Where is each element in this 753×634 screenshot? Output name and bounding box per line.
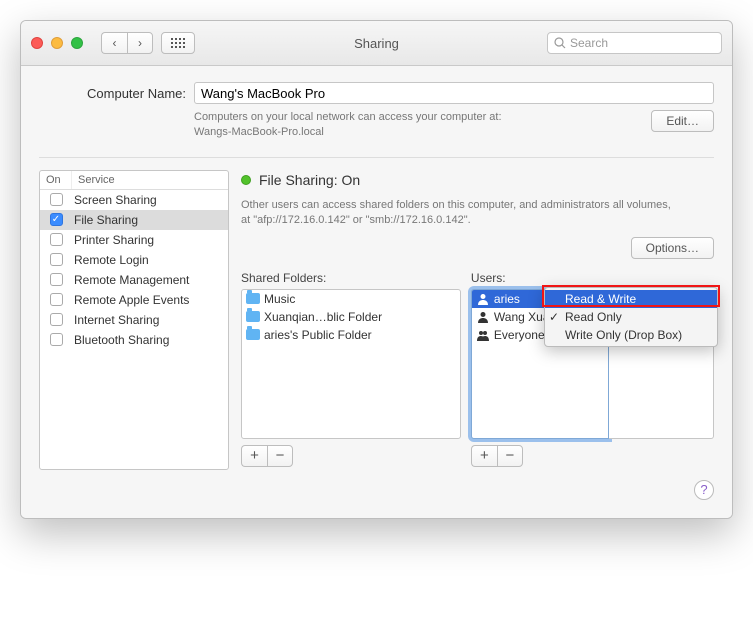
nav-buttons: ‹ › — [101, 32, 153, 54]
options-button[interactable]: Options… — [631, 237, 714, 259]
service-row[interactable]: Remote Management — [40, 270, 228, 290]
edit-button[interactable]: Edit… — [651, 110, 714, 132]
add-user-button[interactable]: + — [471, 445, 497, 467]
remove-user-button[interactable]: − — [497, 445, 523, 467]
service-row[interactable]: File Sharing — [40, 210, 228, 230]
service-row[interactable]: Remote Apple Events — [40, 290, 228, 310]
service-row[interactable]: Remote Login — [40, 250, 228, 270]
service-name: Printer Sharing — [72, 233, 228, 247]
folder-item[interactable]: aries's Public Folder — [242, 326, 460, 344]
folder-name: Xuanqian…blic Folder — [264, 310, 382, 324]
service-checkbox[interactable] — [50, 253, 63, 266]
traffic-lights — [31, 37, 83, 49]
shared-folders-label: Shared Folders: — [241, 271, 461, 285]
service-row[interactable]: Internet Sharing — [40, 310, 228, 330]
show-all-button[interactable] — [161, 32, 195, 54]
permission-option-label: Read & Write — [565, 292, 636, 306]
service-row[interactable]: Screen Sharing — [40, 190, 228, 210]
service-row[interactable]: Bluetooth Sharing — [40, 330, 228, 350]
sharing-prefs-window: ‹ › Sharing Search Computer Name: — [20, 20, 733, 519]
service-name: Internet Sharing — [72, 313, 228, 327]
computer-name-label: Computer Name: — [39, 82, 194, 101]
folder-item[interactable]: Music — [242, 290, 460, 308]
computer-name-input[interactable] — [194, 82, 714, 104]
help-button[interactable]: ? — [694, 480, 714, 500]
service-checkbox[interactable] — [50, 293, 63, 306]
user-name: aries — [494, 292, 520, 306]
remove-folder-button[interactable]: − — [267, 445, 293, 467]
permission-option[interactable]: Write Only (Drop Box) — [545, 326, 717, 344]
status-text: File Sharing: On — [259, 172, 360, 188]
status-line: File Sharing: On — [241, 172, 714, 188]
service-checkbox[interactable] — [50, 313, 63, 326]
minimize-button[interactable] — [51, 37, 63, 49]
status-description: Other users can access shared folders on… — [241, 198, 671, 229]
forward-button[interactable]: › — [127, 32, 153, 54]
service-name: Bluetooth Sharing — [72, 333, 228, 347]
service-checkbox[interactable] — [50, 213, 63, 226]
search-placeholder: Search — [570, 36, 608, 50]
person-icon — [476, 292, 490, 306]
permission-dropdown[interactable]: Read & Write ✓ Read Only Write Only (Drop B… — [544, 287, 718, 347]
add-folder-button[interactable]: + — [241, 445, 267, 467]
service-name: Remote Management — [72, 273, 228, 287]
service-checkbox[interactable] — [50, 273, 63, 286]
search-field[interactable]: Search — [547, 32, 722, 54]
permission-option[interactable]: Read & Write — [545, 290, 717, 308]
detail-panel: File Sharing: On Other users can access … — [241, 170, 714, 470]
users-label: Users: — [471, 271, 714, 285]
service-row[interactable]: Printer Sharing — [40, 230, 228, 250]
close-button[interactable] — [31, 37, 43, 49]
content-area: Computer Name: Computers on your local n… — [21, 66, 732, 518]
service-checkbox[interactable] — [50, 233, 63, 246]
folder-name: Music — [264, 292, 295, 306]
folder-icon — [246, 311, 260, 322]
folder-icon — [246, 329, 260, 340]
service-checkbox[interactable] — [50, 333, 63, 346]
zoom-button[interactable] — [71, 37, 83, 49]
lower-section: On Service Screen Sharing File Sharing Pri… — [39, 170, 714, 470]
search-icon — [554, 37, 566, 49]
grid-icon — [171, 38, 185, 48]
computer-name-row: Computer Name: — [39, 82, 714, 104]
folder-name: aries's Public Folder — [264, 328, 372, 342]
permission-option-label: Read Only — [565, 310, 622, 324]
service-name: Screen Sharing — [72, 193, 228, 207]
shared-folders-list[interactable]: Music Xuanqian…blic Folder aries's Public … — [241, 289, 461, 439]
checkmark-icon: ✓ — [549, 310, 559, 324]
permission-option-label: Write Only (Drop Box) — [565, 328, 682, 342]
services-list[interactable]: On Service Screen Sharing File Sharing Pri… — [39, 170, 229, 470]
folders-users-columns: Shared Folders: Music Xuanqian…blic Folde… — [241, 271, 714, 467]
service-name: File Sharing — [72, 213, 228, 227]
status-dot-icon — [241, 175, 251, 185]
service-name: Remote Apple Events — [72, 293, 228, 307]
service-checkbox[interactable] — [50, 193, 63, 206]
services-header: On Service — [40, 171, 228, 190]
person-icon — [476, 310, 490, 324]
titlebar: ‹ › Sharing Search — [21, 21, 732, 66]
folder-icon — [246, 293, 260, 304]
permission-option[interactable]: ✓ Read Only — [545, 308, 717, 326]
group-icon — [476, 328, 490, 342]
service-name: Remote Login — [72, 253, 228, 267]
computer-name-subtext: Computers on your local network can acce… — [194, 110, 639, 141]
user-name: Everyone — [494, 328, 545, 342]
folder-item[interactable]: Xuanqian…blic Folder — [242, 308, 460, 326]
back-button[interactable]: ‹ — [101, 32, 127, 54]
